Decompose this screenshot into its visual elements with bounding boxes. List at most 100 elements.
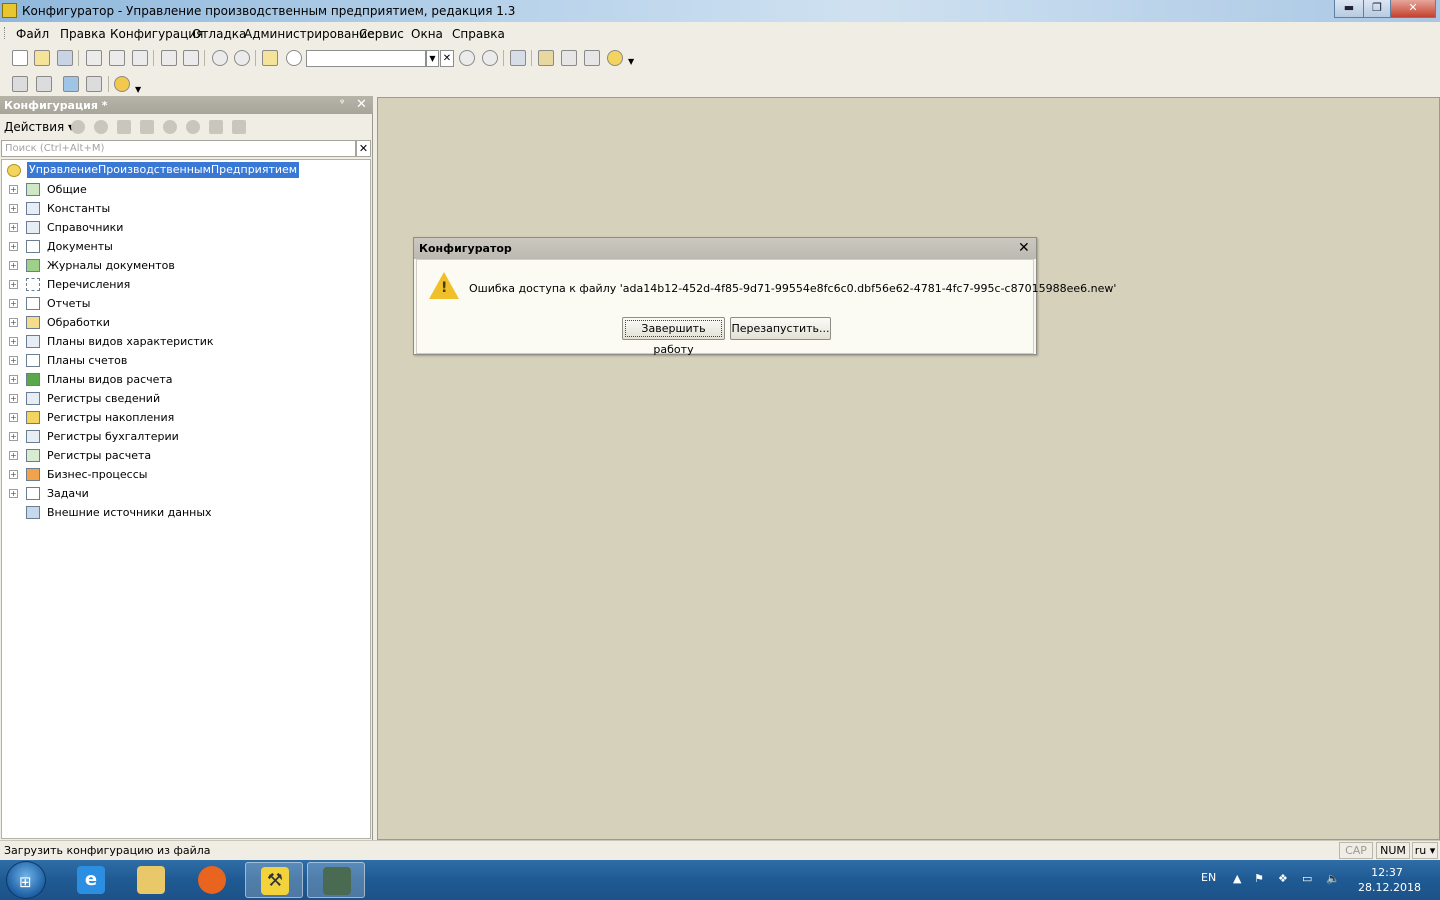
windows-icon[interactable] — [510, 50, 526, 66]
panel-close-icon[interactable]: ✕ — [356, 97, 367, 112]
maximize-button[interactable]: ❐ — [1363, 0, 1391, 18]
taskbar-terminal[interactable] — [307, 862, 365, 898]
restart-button[interactable]: Перезапустить... — [730, 317, 831, 340]
tree-item-documents[interactable]: + Документы — [2, 237, 370, 256]
expand-icon[interactable]: + — [9, 432, 18, 441]
taskbar-firefox[interactable] — [183, 862, 241, 898]
show-hidden-icons[interactable]: ▲ — [1233, 872, 1241, 885]
move-down-icon[interactable] — [186, 120, 200, 134]
menu-configuration[interactable]: Конфигурация — [110, 27, 203, 41]
config-compare-icon[interactable] — [36, 76, 52, 92]
print-preview-icon[interactable] — [183, 50, 199, 66]
language-selector[interactable]: ru ▾ — [1412, 842, 1438, 859]
toolbar-more-icon[interactable]: ▼ — [628, 57, 634, 66]
database-update-icon[interactable] — [63, 76, 79, 92]
find-next-icon[interactable] — [459, 50, 475, 66]
menu-debug[interactable]: Отладка — [192, 27, 246, 41]
tree-item-chart-of-accounts[interactable]: + Планы счетов — [2, 351, 370, 370]
expand-icon[interactable]: + — [9, 394, 18, 403]
move-up-icon[interactable] — [163, 120, 177, 134]
tree-item-calculation-types[interactable]: + Планы видов расчета — [2, 370, 370, 389]
search-clear-icon[interactable]: ✕ — [356, 140, 371, 157]
tree-item-catalogs[interactable]: + Справочники — [2, 218, 370, 237]
cut-icon[interactable] — [86, 50, 102, 66]
open-icon[interactable] — [34, 50, 50, 66]
taskbar-internet-explorer[interactable]: e — [62, 862, 120, 898]
expand-icon[interactable]: + — [9, 280, 18, 289]
minimize-button[interactable]: ▬ — [1334, 0, 1364, 18]
expand-icon[interactable]: + — [9, 242, 18, 251]
expand-icon[interactable]: + — [9, 470, 18, 479]
chevron-down-icon[interactable]: ▼ — [426, 50, 439, 67]
menu-help[interactable]: Справка — [452, 27, 505, 41]
start-button[interactable]: ⊞ — [6, 861, 46, 899]
config-open-icon[interactable] — [12, 76, 28, 92]
expand-icon[interactable]: + — [9, 261, 18, 270]
finish-work-button[interactable]: Завершить работу — [622, 317, 725, 356]
tree-item-tasks[interactable]: + Задачи — [2, 484, 370, 503]
tree-item-accounting-registers[interactable]: + Регистры бухгалтерии — [2, 427, 370, 446]
new-icon[interactable] — [12, 50, 28, 66]
menu-file[interactable]: Файл — [16, 27, 49, 41]
find-previous-icon[interactable] — [482, 50, 498, 66]
redo-icon[interactable] — [234, 50, 250, 66]
add-icon[interactable] — [71, 120, 85, 134]
tree-item-chart-of-characteristics[interactable]: + Планы видов характеристик — [2, 332, 370, 351]
actions-menu[interactable]: Действия ▾ — [4, 120, 74, 134]
expand-icon[interactable]: + — [9, 223, 18, 232]
system-clock[interactable]: 12:37 28.12.2018 — [1358, 865, 1421, 895]
input-language[interactable]: EN — [1201, 871, 1216, 884]
tree-item-data-processors[interactable]: + Обработки — [2, 313, 370, 332]
expand-icon[interactable]: + — [9, 204, 18, 213]
tree-item-common[interactable]: + Общие — [2, 180, 370, 199]
tree-item-information-registers[interactable]: + Регистры сведений — [2, 389, 370, 408]
menu-service[interactable]: Сервис — [359, 27, 404, 41]
info-icon[interactable] — [607, 50, 623, 66]
search-icon[interactable] — [286, 50, 302, 66]
delete-icon[interactable] — [140, 120, 154, 134]
help-contents-icon[interactable] — [584, 50, 600, 66]
copy-icon[interactable] — [109, 50, 125, 66]
paste-icon[interactable] — [132, 50, 148, 66]
find-in-folder-icon[interactable] — [262, 50, 278, 66]
tree-item-enums[interactable]: + Перечисления — [2, 275, 370, 294]
tree-item-constants[interactable]: + Константы — [2, 199, 370, 218]
expand-icon[interactable]: + — [9, 413, 18, 422]
volume-icon[interactable]: 🔈 — [1326, 872, 1340, 885]
search-combo-input[interactable] — [306, 50, 426, 67]
help-search-icon[interactable] — [561, 50, 577, 66]
dropbox-icon[interactable]: ❖ — [1278, 872, 1288, 885]
copy-item-icon[interactable] — [117, 120, 131, 134]
expand-icon[interactable]: + — [9, 337, 18, 346]
clear-search-icon[interactable]: ✕ — [440, 50, 454, 67]
tree-item-external-data-sources[interactable]: Внешние источники данных — [2, 503, 370, 522]
edit-icon[interactable] — [94, 120, 108, 134]
expand-icon[interactable]: + — [9, 299, 18, 308]
expand-icon[interactable]: + — [9, 185, 18, 194]
sort-icon[interactable] — [209, 120, 223, 134]
tree-item-accumulation-registers[interactable]: + Регистры накопления — [2, 408, 370, 427]
close-button[interactable]: ✕ — [1390, 0, 1436, 18]
dialog-close-icon[interactable]: ✕ — [1018, 240, 1030, 256]
expand-icon[interactable]: + — [9, 375, 18, 384]
taskbar-explorer[interactable] — [122, 862, 180, 898]
pin-icon[interactable]: ᵠ — [340, 98, 344, 109]
config-properties-icon[interactable] — [86, 76, 102, 92]
syntax-helper-icon[interactable] — [538, 50, 554, 66]
tree-item-document-journals[interactable]: + Журналы документов — [2, 256, 370, 275]
menu-windows[interactable]: Окна — [411, 27, 443, 41]
debug-more-icon[interactable]: ▼ — [135, 85, 141, 94]
print-icon[interactable] — [161, 50, 177, 66]
tree-item-reports[interactable]: + Отчеты — [2, 294, 370, 313]
tree-item-business-processes[interactable]: + Бизнес-процессы — [2, 465, 370, 484]
undo-icon[interactable] — [212, 50, 228, 66]
filter-icon[interactable] — [232, 120, 246, 134]
start-debug-icon[interactable] — [114, 76, 130, 92]
tree-item-calculation-registers[interactable]: + Регистры расчета — [2, 446, 370, 465]
network-icon[interactable]: ▭ — [1302, 872, 1312, 885]
expand-icon[interactable]: + — [9, 318, 18, 327]
tree-search-input[interactable]: Поиск (Ctrl+Alt+M) — [1, 140, 356, 157]
tree-root[interactable]: УправлениеПроизводственнымПредприятием — [2, 161, 370, 180]
taskbar-1c-configurator[interactable]: ⚒ — [245, 862, 303, 898]
expand-icon[interactable]: + — [9, 356, 18, 365]
